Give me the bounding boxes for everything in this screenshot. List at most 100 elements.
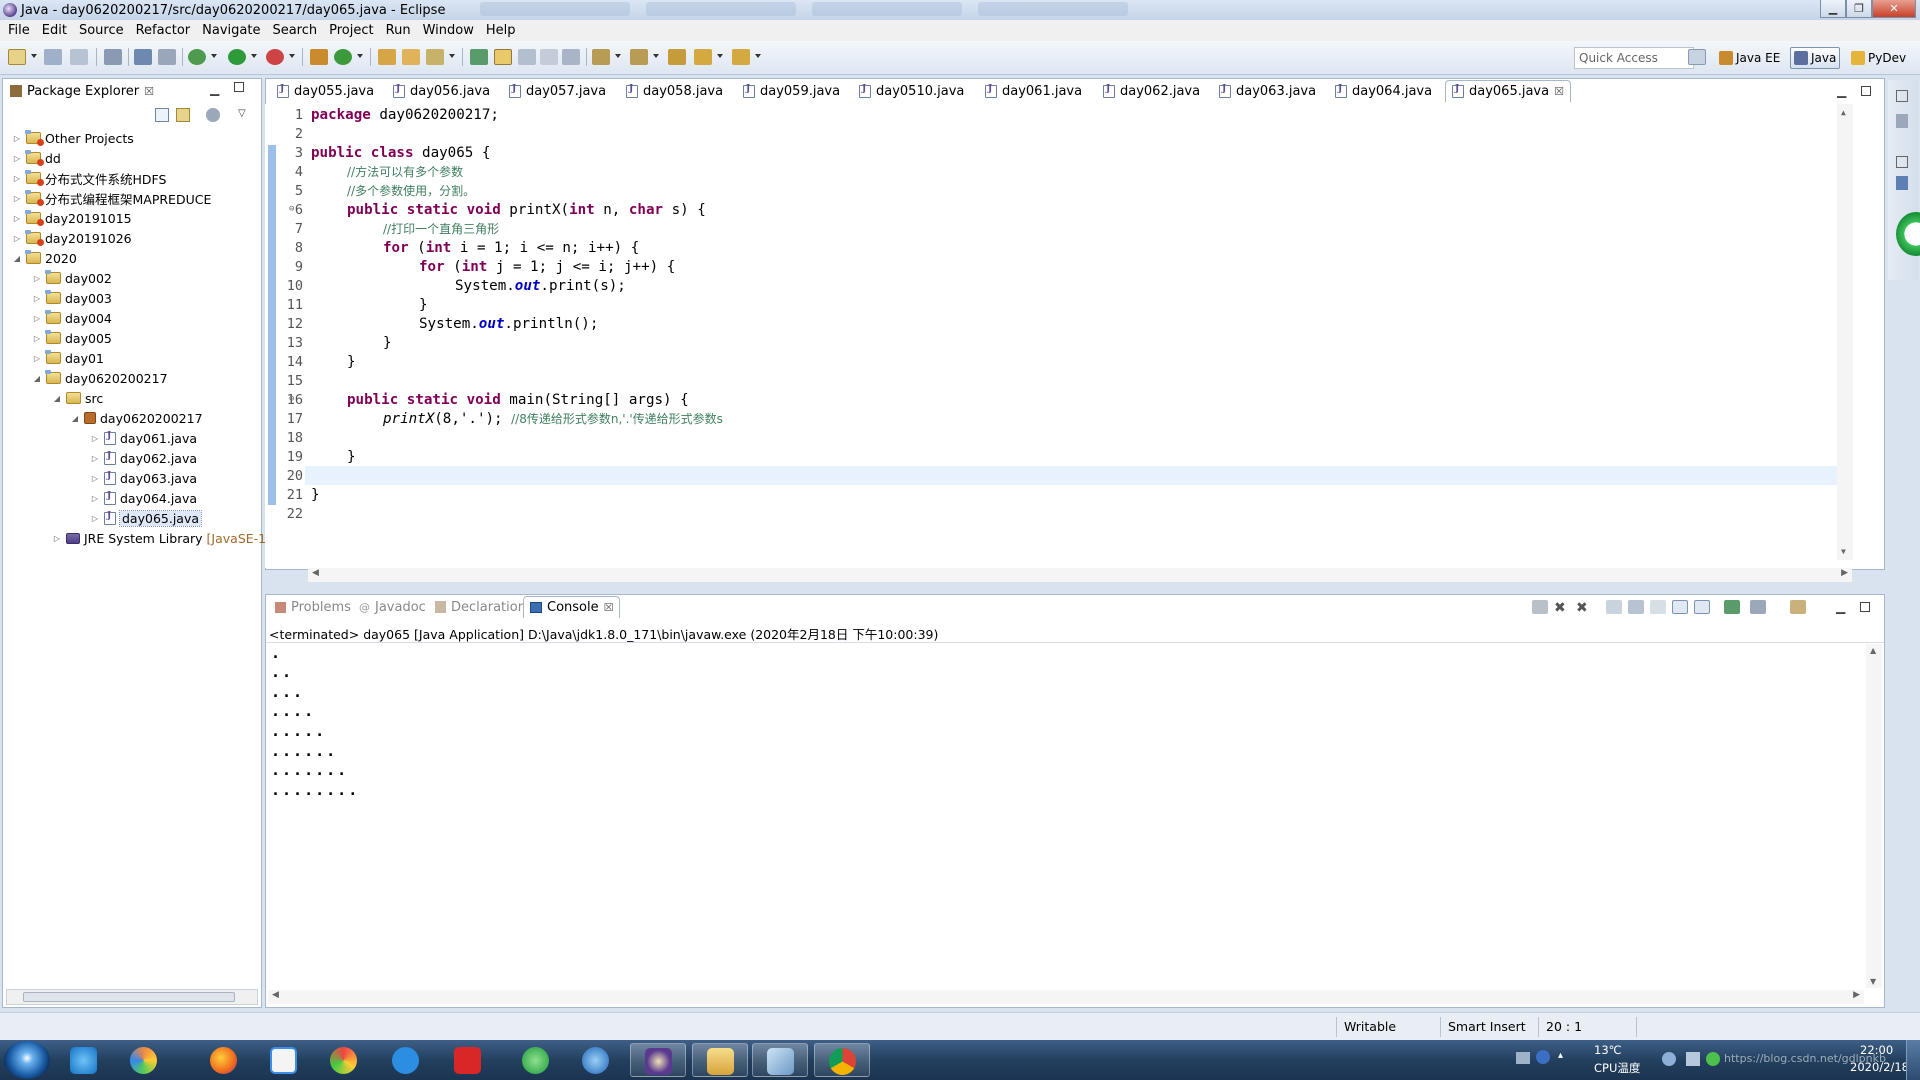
tray-arrow-icon[interactable]: ▴ (1558, 1050, 1563, 1061)
outline-icon[interactable] (1896, 176, 1908, 190)
network-icon[interactable] (1662, 1052, 1676, 1066)
debug-icon[interactable] (188, 49, 206, 65)
toggle-block-icon[interactable] (518, 49, 536, 65)
taskbar-app-icon[interactable] (116, 1043, 172, 1077)
editor-tab[interactable]: day055.java (271, 80, 380, 102)
search-icon[interactable] (426, 49, 444, 65)
help-icon[interactable] (1536, 1050, 1550, 1064)
minimize-view-icon[interactable]: ▁ (1837, 84, 1846, 98)
editor-tab[interactable]: day0510.java (853, 80, 970, 102)
taskbar-firefox-icon[interactable] (196, 1043, 252, 1077)
start-button[interactable] (4, 1041, 50, 1079)
toggle-mark-icon[interactable] (470, 49, 488, 65)
taskbar-ie-icon[interactable] (568, 1043, 624, 1077)
taskbar-explorer-icon[interactable] (692, 1043, 748, 1077)
menu-file[interactable]: File (2, 23, 36, 38)
terminal-icon[interactable] (134, 49, 152, 65)
remove-launch-icon[interactable]: ✖ (1554, 600, 1570, 616)
tree-item[interactable]: ▷ dd (12, 148, 61, 168)
tree-item[interactable]: ▷ day002 (32, 268, 112, 288)
tree-item[interactable]: ▷day064.java (90, 488, 197, 508)
console-vertical-scrollbar[interactable]: ▲ ▼ (1866, 644, 1882, 988)
quick-access-input[interactable]: Quick Access (1574, 47, 1694, 69)
taskbar-app-icon[interactable] (752, 1043, 808, 1077)
perspective-java-ee[interactable]: Java EE (1716, 47, 1783, 69)
menu-navigate[interactable]: Navigate (196, 23, 266, 38)
word-wrap-icon[interactable] (1650, 600, 1666, 614)
editor-vertical-scrollbar[interactable]: ▲ ▼ (1837, 104, 1853, 560)
editor-tab[interactable]: day058.java (620, 80, 729, 102)
editor-tab[interactable]: day063.java (1213, 80, 1322, 102)
clear-console-icon[interactable] (1606, 600, 1622, 614)
dropdown-arrow-icon[interactable] (31, 54, 37, 58)
link-with-editor-icon[interactable] (176, 108, 190, 122)
close-button[interactable]: ✕ (1872, 0, 1916, 18)
perspective-pydev[interactable]: PyDev (1848, 47, 1909, 69)
tree-item[interactable]: ▷ day003 (32, 288, 112, 308)
tree-item[interactable]: ◢ src (52, 388, 103, 408)
next-annotation-icon[interactable] (592, 49, 610, 65)
tree-item[interactable]: ▷ day20191015 (12, 208, 132, 228)
last-edit-icon[interactable] (668, 49, 686, 65)
editor-tab[interactable]: day061.java (979, 80, 1088, 102)
menu-edit[interactable]: Edit (36, 23, 73, 38)
show-on-output-icon[interactable] (1672, 600, 1688, 614)
fold-toggle-icon[interactable]: ⊖ (289, 394, 294, 404)
scroll-lock-icon[interactable] (1628, 600, 1644, 614)
tree-item[interactable]: ▷ day004 (32, 308, 112, 328)
tab-package-explorer[interactable]: Package Explorer ☒ (4, 80, 160, 102)
tray-icon[interactable] (1706, 1052, 1720, 1066)
save-all-icon[interactable] (70, 49, 88, 65)
maximize-view-icon[interactable] (1860, 602, 1870, 612)
close-icon[interactable]: ☒ (604, 601, 614, 614)
display-console-icon[interactable] (1750, 600, 1766, 614)
menu-help[interactable]: Help (480, 23, 522, 38)
tree-item[interactable]: ▷ 分布式文件系统HDFS (12, 168, 166, 188)
menu-search[interactable]: Search (266, 23, 323, 38)
tree-item[interactable]: ▷day061.java (90, 428, 197, 448)
tree-item[interactable]: ▷ day005 (32, 328, 112, 348)
show-whitespace-icon[interactable] (540, 49, 558, 65)
open-type-icon[interactable] (378, 49, 396, 65)
taskbar-ie-icon[interactable] (56, 1043, 112, 1077)
editor-tab[interactable]: day059.java (737, 80, 846, 102)
toggle-highlight-icon[interactable] (494, 49, 512, 65)
tree-item[interactable]: ◢ day0620200217 (32, 368, 168, 388)
external-tools-icon[interactable] (266, 49, 284, 65)
maximize-view-icon[interactable] (1861, 86, 1871, 96)
console-horizontal-scrollbar[interactable]: ◀ ▶ (268, 990, 1864, 1004)
tree-item[interactable]: ▷ day01 (32, 348, 104, 368)
explorer-horizontal-scrollbar[interactable] (6, 989, 258, 1005)
save-icon[interactable] (44, 49, 62, 65)
editor-tab[interactable]: day056.java (387, 80, 496, 102)
new-icon[interactable] (8, 49, 26, 65)
tree-item[interactable]: ▷ day20191026 (12, 228, 132, 248)
minimize-button[interactable]: ▁ (1820, 0, 1846, 18)
editor-tab-active[interactable]: day065.java☒ (1445, 80, 1571, 102)
tree-item[interactable]: ▷ Other Projects (12, 128, 134, 148)
ime-icon[interactable] (1686, 1052, 1700, 1066)
taskbar-360-browser-icon[interactable] (316, 1043, 372, 1077)
back-icon[interactable] (694, 49, 712, 65)
open-task-icon[interactable] (402, 49, 420, 65)
taskbar-youdao-icon[interactable] (440, 1043, 496, 1077)
new-java-project-icon[interactable] (310, 49, 328, 65)
maximize-view-icon[interactable] (234, 82, 244, 92)
forward-icon[interactable] (732, 49, 750, 65)
tab-javadoc[interactable]: @ Javadoc (353, 596, 432, 618)
tab-console[interactable]: Console ☒ (523, 596, 621, 618)
editor-horizontal-scrollbar[interactable]: ◀ ▶ (308, 568, 1852, 582)
tree-item[interactable]: ◢ 2020 (12, 248, 77, 268)
view-menu-icon[interactable] (206, 108, 220, 122)
terminate-icon[interactable] (1532, 600, 1548, 614)
show-on-error-icon[interactable] (1694, 600, 1710, 614)
taskbar-app-icon[interactable] (508, 1043, 564, 1077)
close-icon[interactable]: ☒ (1554, 85, 1564, 98)
minimize-view-icon[interactable]: ▁ (210, 82, 219, 96)
tree-item[interactable]: ◢ day0620200217 (70, 408, 203, 428)
menu-project[interactable]: Project (323, 23, 379, 38)
taskbar-chrome-icon[interactable] (814, 1043, 870, 1077)
menu-source[interactable]: Source (73, 23, 130, 38)
tree-item[interactable]: ▷day063.java (90, 468, 197, 488)
pin-console-icon[interactable] (1724, 600, 1740, 614)
